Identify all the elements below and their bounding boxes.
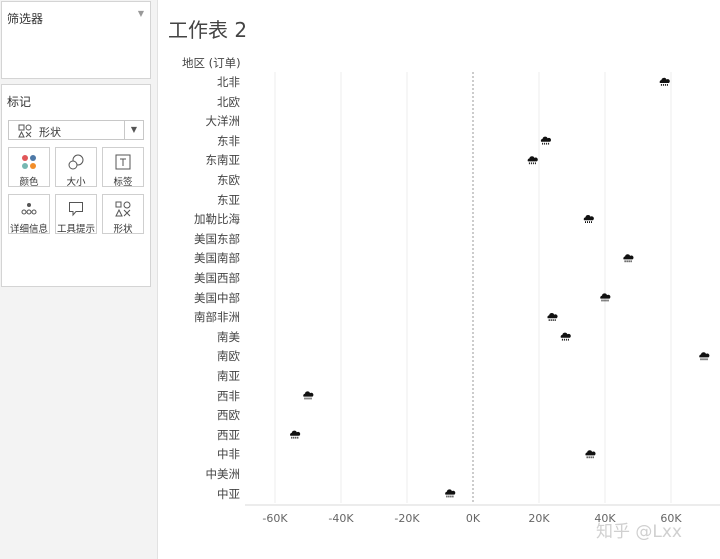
x-tick-label: 20K (528, 512, 550, 525)
cloud-rain-icon[interactable] (290, 430, 301, 439)
cloud-rain-icon[interactable] (623, 254, 634, 263)
x-tick-label: 0K (466, 512, 481, 525)
cloud-rain-icon[interactable] (547, 313, 558, 321)
watermark: 知乎 @Lxx (596, 522, 682, 542)
cloud-rain-icon[interactable] (659, 77, 670, 86)
x-tick-label: -60K (262, 512, 288, 525)
cloud-rain-icon[interactable] (445, 489, 456, 498)
cloud-rain-icon[interactable] (585, 450, 596, 459)
cloud-rain-icon[interactable] (540, 136, 552, 145)
cloud-rain-icon[interactable] (303, 391, 314, 400)
cloud-rain-icon[interactable] (699, 352, 710, 361)
scatter-plot: -60K -40K -20K 0K 20K 40K 60K (245, 72, 720, 525)
x-tick-label: -20K (394, 512, 420, 525)
cloud-rain-icon[interactable] (527, 156, 538, 165)
cloud-rain-icon[interactable] (560, 332, 571, 341)
x-tick-label: -40K (328, 512, 354, 525)
cloud-rain-icon[interactable] (583, 215, 594, 223)
